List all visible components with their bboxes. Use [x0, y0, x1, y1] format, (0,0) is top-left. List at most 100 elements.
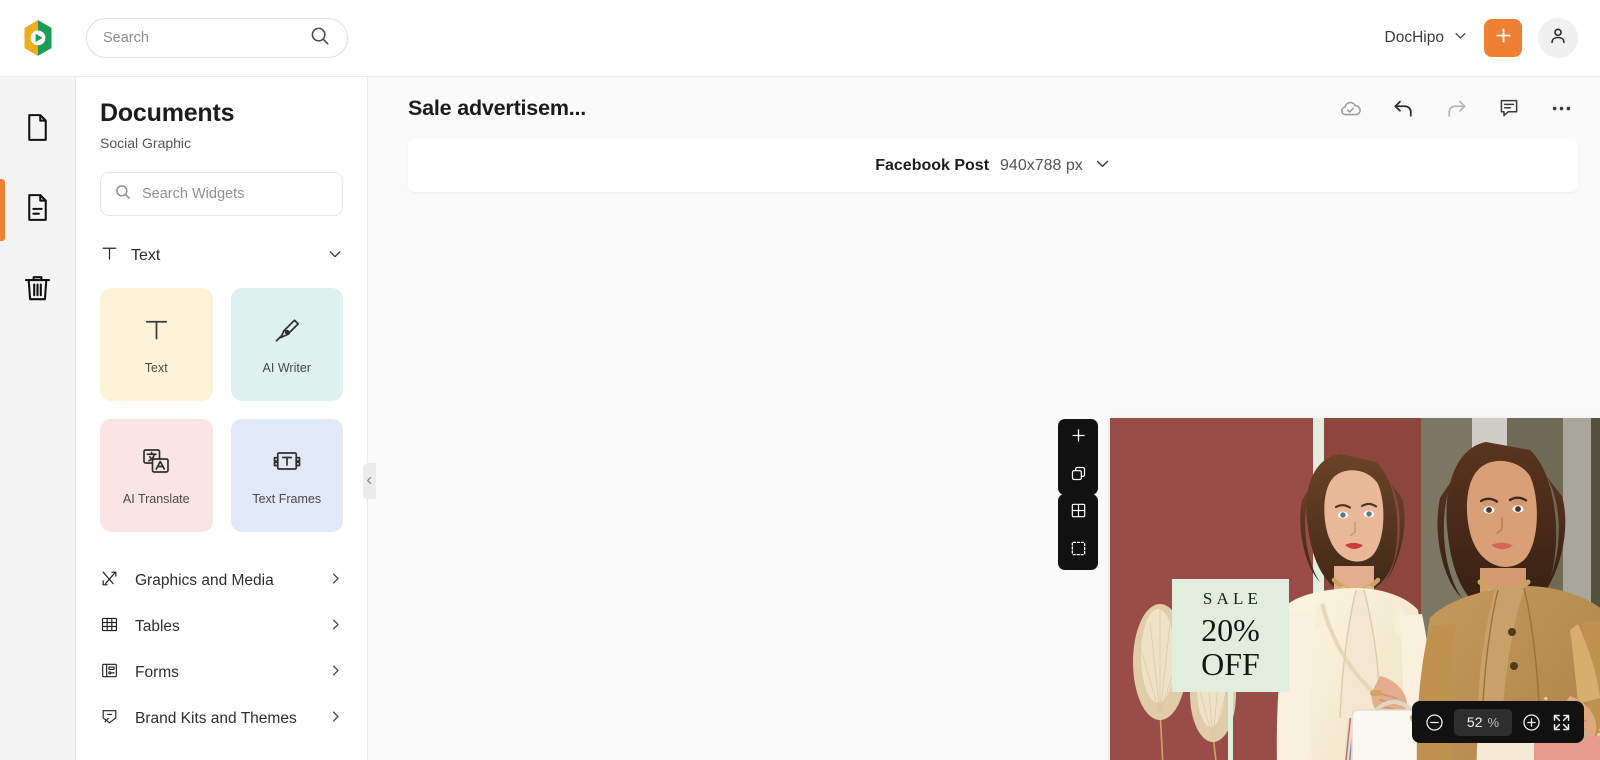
menu-item-label: Forms	[135, 664, 179, 681]
search-widgets-input[interactable]	[142, 186, 329, 202]
app-root: DocHipo	[0, 0, 1600, 760]
widget-card-text-frames[interactable]: Text Frames	[230, 419, 343, 532]
top-bar: DocHipo	[0, 0, 1600, 77]
grid-view-button[interactable]	[1058, 494, 1098, 532]
redo-arrow-icon[interactable]	[1444, 96, 1469, 121]
editor-toolbar	[1338, 96, 1574, 121]
zoom-controls: 52 %	[1412, 701, 1584, 743]
global-search[interactable]	[86, 18, 348, 58]
document-title[interactable]: Sale advertisem...	[408, 96, 586, 121]
discount-value: 20%	[1201, 612, 1260, 649]
sale-label: SALE	[1202, 589, 1263, 609]
menu-item-graphics-and-media[interactable]: Graphics and Media	[100, 558, 343, 604]
duplicate-page-button[interactable]	[1058, 457, 1098, 495]
zoom-value: 52	[1466, 714, 1483, 730]
search-icon	[114, 183, 132, 206]
user-avatar-icon	[1547, 25, 1569, 52]
menu-item-forms[interactable]: Forms	[100, 650, 343, 696]
chevron-down-icon[interactable]	[1094, 155, 1111, 177]
zoom-in-circle-icon[interactable]	[1521, 712, 1542, 733]
chevron-down-icon[interactable]	[1453, 28, 1468, 48]
chevron-down-icon[interactable]	[327, 246, 343, 267]
widget-cards: Text AI Writer AI Translate Text Frames	[100, 288, 343, 532]
text-t-icon	[141, 314, 172, 350]
menu-item-label: Brand Kits and Themes	[135, 710, 297, 727]
text-frame-icon	[272, 446, 302, 481]
zoom-level-display[interactable]: 52 %	[1454, 708, 1512, 736]
create-new-button[interactable]	[1484, 19, 1522, 57]
text-t-icon	[100, 244, 119, 268]
left-rail	[0, 77, 76, 760]
widget-card-label: Text Frames	[252, 491, 322, 506]
grid-icon	[1069, 501, 1088, 525]
panel-subtitle: Social Graphic	[100, 135, 192, 151]
section-label: Text	[131, 247, 161, 264]
menu-item-label: Tables	[135, 618, 180, 635]
page-title: Documents	[100, 99, 235, 127]
comment-bubble-icon[interactable]	[1497, 96, 1521, 120]
chevron-left-icon	[365, 472, 374, 490]
form-icon	[100, 661, 119, 685]
brand-selector[interactable]: DocHipo	[1385, 28, 1468, 48]
widget-category-list: Graphics and Media Tables Forms Brand Ki…	[100, 558, 343, 742]
cloud-check-icon[interactable]	[1338, 96, 1363, 121]
main-body: Documents Social Graphic Text	[0, 77, 1600, 760]
off-label: OFF	[1201, 645, 1260, 682]
page-actions-toolbar	[1058, 419, 1098, 495]
rail-item-trash[interactable]	[0, 255, 76, 325]
chevron-right-icon[interactable]	[328, 663, 343, 683]
page-icon	[21, 111, 54, 149]
brand-name: DocHipo	[1384, 29, 1444, 46]
table-grid-icon	[100, 615, 119, 639]
canvas-area: SALE 20% OFF www.websitename.com	[368, 192, 1600, 760]
account-avatar[interactable]	[1538, 18, 1578, 58]
chevron-right-icon[interactable]	[328, 709, 343, 729]
menu-item-label: Graphics and Media	[135, 572, 274, 589]
brand-kit-icon	[100, 707, 119, 731]
zoom-out-circle-icon[interactable]	[1424, 712, 1445, 733]
menu-item-brand-kits-and-themes[interactable]: Brand Kits and Themes	[100, 696, 343, 742]
translate-icon	[141, 446, 171, 481]
canvas-size-selector[interactable]: Facebook Post 940x788 px	[408, 139, 1578, 192]
search-icon[interactable]	[309, 25, 331, 52]
plus-icon	[1069, 426, 1088, 450]
widget-card-label: AI Translate	[122, 491, 190, 506]
editor-area: Sale advertisem... Facebook Post 940x788…	[368, 77, 1600, 760]
graphics-media-icon	[100, 569, 119, 593]
top-bar-right: DocHipo	[1385, 18, 1578, 58]
canvas-size-dimensions: 940x788 px	[1000, 156, 1083, 174]
undo-arrow-icon[interactable]	[1391, 96, 1416, 121]
dashed-select-icon	[1069, 539, 1088, 563]
menu-item-tables[interactable]: Tables	[100, 604, 343, 650]
fullscreen-expand-icon[interactable]	[1551, 712, 1572, 733]
chevron-right-icon[interactable]	[328, 617, 343, 637]
search-input[interactable]	[103, 30, 309, 46]
widget-card-text[interactable]: Text	[100, 288, 213, 401]
trash-icon	[21, 271, 54, 309]
ellipsis-icon[interactable]	[1549, 96, 1574, 121]
widget-card-label: AI Writer	[262, 360, 311, 375]
duplicate-squares-icon	[1069, 464, 1088, 488]
pen-nib-icon	[272, 315, 302, 350]
section-header-text[interactable]: Text	[100, 243, 343, 269]
plus-icon	[1493, 25, 1514, 51]
dochipo-hexagon-logo-icon[interactable]	[18, 18, 58, 58]
rail-item-blank-page[interactable]	[0, 95, 76, 165]
canvas-view-toolbar	[1058, 494, 1098, 570]
rail-item-documents[interactable]	[0, 175, 76, 245]
widgets-panel: Documents Social Graphic Text	[76, 77, 368, 760]
editor-header: Sale advertisem...	[368, 77, 1600, 139]
zoom-unit: %	[1487, 714, 1500, 730]
select-area-button[interactable]	[1058, 532, 1098, 570]
panel-collapse-handle[interactable]	[363, 463, 376, 499]
add-page-button[interactable]	[1058, 419, 1098, 457]
widget-card-label: Text	[144, 361, 168, 375]
document-lines-icon	[21, 191, 54, 229]
sale-tag[interactable]: SALE 20% OFF	[1172, 579, 1289, 692]
model-left	[1276, 454, 1434, 760]
widget-card-ai-translate[interactable]: AI Translate	[100, 419, 213, 532]
widget-search[interactable]	[100, 172, 343, 216]
canvas-size-name: Facebook Post	[875, 156, 990, 174]
widget-card-ai-writer[interactable]: AI Writer	[230, 288, 343, 401]
chevron-right-icon[interactable]	[328, 571, 343, 591]
